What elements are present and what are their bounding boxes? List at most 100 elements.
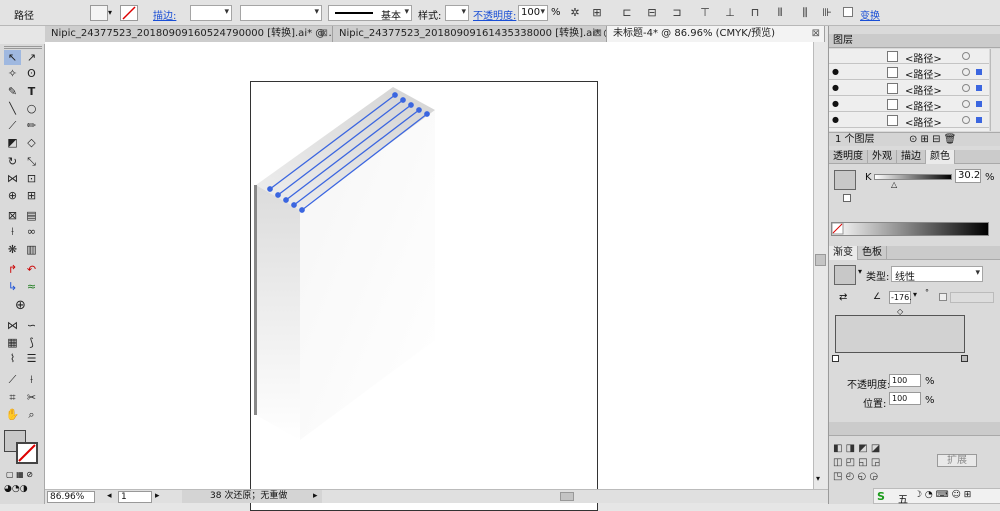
eye-icon[interactable]: ● (832, 83, 839, 92)
distribute-icon[interactable]: ⊪ (820, 6, 834, 20)
pencil-tool-icon[interactable]: ✏ (23, 118, 40, 133)
brush-dropdown[interactable]: 基本 (328, 5, 412, 22)
stroke-weight-dropdown[interactable] (190, 5, 232, 21)
tab-transparency[interactable]: 透明度 (829, 150, 868, 164)
recolor-icon[interactable]: ✲ (568, 6, 582, 20)
transform-link[interactable]: 变换 (860, 7, 880, 22)
eye-icon[interactable]: ● (832, 99, 839, 108)
scroll-down-icon[interactable]: ▾ (816, 474, 820, 483)
tab-gradient[interactable]: 渐变 (829, 246, 858, 260)
free-transform-tool-icon[interactable]: ⊡ (23, 171, 40, 186)
distribute-h-icon[interactable]: ⫴ (773, 6, 787, 20)
fill-swatch[interactable] (90, 5, 108, 21)
gradient-stop-right[interactable] (961, 355, 968, 362)
column-graph-tool-icon[interactable]: ▥ (23, 242, 40, 257)
status-menu-icon[interactable]: ▸ (313, 491, 318, 501)
align-right-icon[interactable]: ⊐ (670, 6, 684, 20)
angle-input[interactable]: -176. (889, 291, 912, 304)
align-top-icon[interactable]: ⊤ (698, 6, 712, 20)
aspect-ratio-icon[interactable] (939, 293, 947, 301)
artboard-number-field[interactable]: 1 (118, 491, 152, 503)
line-tool-icon[interactable]: ╲ (4, 101, 21, 116)
scissors-tool-icon[interactable]: ✂ (23, 390, 40, 405)
history-status[interactable]: 38 次还原；无重做 (182, 490, 322, 503)
selection-square-icon[interactable] (976, 117, 982, 123)
ime-mode-label[interactable]: 五 (898, 491, 908, 506)
lasso-tool-icon[interactable]: ʘ (23, 66, 40, 81)
target-circle-icon[interactable] (962, 116, 970, 124)
pen-tool-icon[interactable]: ✎ (4, 84, 21, 99)
vertical-scroll-thumb[interactable] (815, 254, 826, 266)
screen-mode-icons[interactable]: ◕◔◑ (4, 484, 42, 496)
type-tool-icon[interactable]: T (23, 84, 40, 99)
grid-tool-icon[interactable]: ▦ (4, 335, 21, 350)
mesh-tool-icon[interactable]: ⊠ (4, 208, 21, 223)
eyedropper-tool-icon[interactable]: ⟊ (4, 224, 21, 239)
ime-toolbar[interactable]: S 五 ☽ ◔ ⌨ ☺ ⊞ (873, 488, 1000, 506)
magic-wand-tool-icon[interactable]: ✧ (4, 66, 21, 81)
curvature-tool-icon[interactable]: ↶ (23, 262, 40, 277)
shape-builder-tool-icon[interactable]: ⊕ (4, 188, 21, 203)
prev-artboard-icon[interactable]: ◂ (107, 491, 112, 501)
zoom-field[interactable]: 86.96% (47, 491, 95, 503)
color-mode-icons[interactable]: ▢ ▦ ⊘ (6, 470, 40, 480)
width-tool-icon[interactable]: ⋈ (4, 171, 21, 186)
target-tool-icon[interactable]: ⊕ (12, 298, 29, 313)
gradient-preview-swatch[interactable] (834, 265, 856, 285)
target-circle-icon[interactable] (962, 68, 970, 76)
selection-square-icon[interactable] (976, 101, 982, 107)
stroke-label-link[interactable]: 描边: (153, 7, 176, 22)
target-circle-icon[interactable] (962, 100, 970, 108)
tab-swatches[interactable]: 色板 (858, 246, 887, 260)
angle-dropdown-icon[interactable]: ▾ (913, 290, 917, 299)
layer-row[interactable]: ● <路径> (829, 97, 989, 113)
layers-scrollbar[interactable] (990, 49, 1000, 131)
variable-width-dropdown[interactable] (240, 5, 322, 21)
k-value-input[interactable]: 30.2 (955, 169, 981, 183)
none-swatch-icon[interactable] (831, 222, 844, 235)
knife-tool-icon[interactable]: ⟊ (23, 372, 40, 387)
eraser-tool-icon[interactable]: ◇ (23, 135, 40, 150)
sogou-s-icon[interactable]: S (877, 490, 885, 503)
opacity-input[interactable]: 100 (518, 5, 548, 21)
tab-document-1[interactable]: Nipic_24377523_20180909160524790000 [转换]… (45, 26, 333, 42)
tab-document-2[interactable]: Nipic_24377523_20180909161435338000 [转换]… (333, 26, 607, 42)
paintbrush-tool-icon[interactable]: ⟋ (4, 118, 21, 133)
layer-row[interactable]: <路径> (829, 49, 989, 65)
stop-position-input[interactable]: 100 (889, 392, 921, 405)
tab-appearance[interactable]: 外观 (868, 150, 897, 164)
color-fill-preview[interactable] (834, 170, 856, 190)
target-circle-icon[interactable] (962, 52, 970, 60)
close-icon[interactable]: ⊠ (594, 26, 602, 42)
eye-icon[interactable]: ● (832, 115, 839, 124)
twist-tool-icon[interactable]: ⟆ (23, 335, 40, 350)
expand-button[interactable]: 扩展 (937, 454, 977, 467)
stroke-swatch[interactable] (120, 5, 138, 21)
target-circle-icon[interactable] (962, 84, 970, 92)
artboard-tool-icon[interactable]: ⋈ (4, 318, 21, 333)
crop-tool-icon[interactable]: ⌗ (4, 390, 21, 405)
k-slider-track[interactable] (874, 174, 952, 180)
close-icon[interactable]: ⊠ (812, 26, 820, 42)
color-spectrum-bar[interactable] (831, 222, 989, 236)
wave-tool-icon[interactable]: ≈ (23, 279, 40, 294)
opacity-label-link[interactable]: 不透明度: (473, 7, 516, 22)
layer-action-icons[interactable]: ⊙ ⊞ ⊟ 🗑 (909, 133, 956, 147)
ellipse-tool-icon[interactable]: ○ (23, 101, 40, 116)
rotate-tool-icon[interactable]: ↻ (4, 154, 21, 169)
reference-point-icon[interactable] (843, 7, 853, 17)
warp-tool-icon[interactable]: ∽ (23, 318, 40, 333)
gradient-type-dropdown[interactable]: 线性 (891, 266, 983, 283)
layer-row[interactable]: ● <路径> (829, 81, 989, 97)
reverse-gradient-icon[interactable]: ⇄ (839, 292, 847, 303)
blob-brush-tool-icon[interactable]: ◩ (4, 135, 21, 150)
path-blue-tool-icon[interactable]: ↳ (4, 279, 21, 294)
selection-square-icon[interactable] (976, 69, 982, 75)
align-left-icon[interactable]: ⊏ (620, 6, 634, 20)
layer-row[interactable]: ● <路径> (829, 65, 989, 81)
slice-tool-icon[interactable]: ⟋ (4, 372, 21, 387)
layers-list[interactable]: <路径> ● <路径> ● <路径> ● <路径> ● <路径> (829, 49, 989, 131)
zoom-tool-icon[interactable]: ⌕ (23, 407, 40, 422)
align-center-icon[interactable]: ⊟ (645, 6, 659, 20)
horizontal-scroll-thumb[interactable] (560, 492, 574, 501)
